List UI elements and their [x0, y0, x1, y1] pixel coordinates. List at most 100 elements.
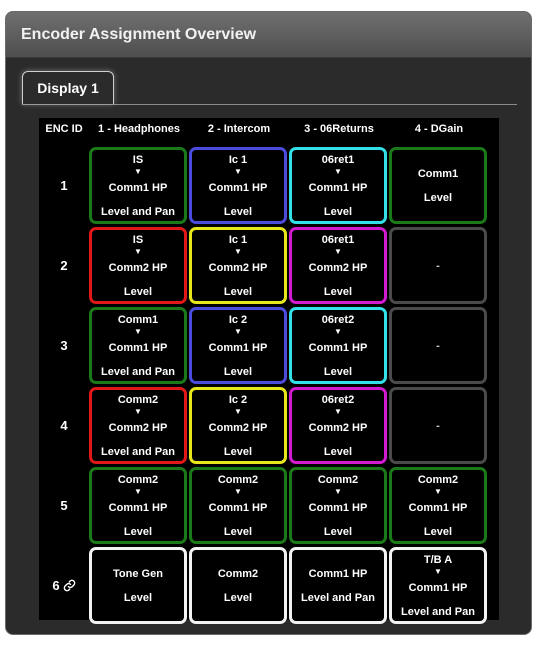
target-label: Comm1 HP — [408, 501, 468, 514]
source-label: Ic 2 — [228, 393, 248, 406]
arrow-down-icon: ▼ — [234, 246, 242, 256]
encoder-cell-6-4[interactable]: T/B A ▼ Comm1 HP Level and Pan — [389, 547, 487, 624]
encoder-cell-5-3[interactable]: Comm2 ▼ Comm1 HP Level — [289, 467, 387, 544]
mode-label: Level — [323, 205, 353, 218]
mode-label: Level — [123, 591, 153, 604]
source-label: Ic 2 — [228, 313, 248, 326]
encoder-cell-3-2[interactable]: Ic 2 ▼ Comm1 HP Level — [189, 307, 287, 384]
enc-id-label: 5 — [60, 498, 68, 513]
mode-label: Level and Pan — [401, 605, 475, 618]
unassigned-label: - — [436, 339, 440, 352]
source-label: 06ret1 — [321, 233, 355, 246]
column-header-headphones: 1 - Headphones — [98, 123, 180, 135]
arrow-down-icon: ▼ — [334, 166, 342, 176]
encoder-cell-1-2[interactable]: Ic 1 ▼ Comm1 HP Level — [189, 147, 287, 224]
arrow-down-icon: ▼ — [234, 326, 242, 336]
enc-id-1: 1 — [39, 147, 89, 224]
encoder-cell-5-2[interactable]: Comm2 ▼ Comm1 HP Level — [189, 467, 287, 544]
encoder-cell-3-1[interactable]: Comm1 ▼ Comm1 HP Level and Pan — [89, 307, 187, 384]
source-label: 06ret2 — [321, 313, 355, 326]
mode-label: Level — [423, 525, 453, 538]
panel-title: Encoder Assignment Overview — [6, 12, 531, 58]
mode-label: Level — [223, 205, 253, 218]
target-label: Comm1 HP — [108, 341, 168, 354]
target-label: Comm2 HP — [108, 421, 168, 434]
mode-label: Level and Pan — [101, 205, 175, 218]
encoder-grid: ENC ID 1 - Headphones 2 - Intercom 3 - 0… — [39, 118, 499, 624]
encoder-cell-4-2[interactable]: Ic 2 ▼ Comm2 HP Level — [189, 387, 287, 464]
enc-id-label: 6 — [52, 578, 60, 593]
source-label: IS — [132, 153, 144, 166]
target-label: Comm2 HP — [308, 261, 368, 274]
target-label: Tone Gen — [113, 567, 163, 580]
tab-display-1[interactable]: Display 1 — [22, 71, 114, 104]
arrow-down-icon: ▼ — [234, 486, 242, 496]
target-label: Comm2 HP — [208, 261, 268, 274]
target-label: Comm1 HP — [308, 341, 368, 354]
target-label: Comm1 — [417, 167, 459, 180]
encoder-cell-2-4[interactable]: - — [389, 227, 487, 304]
mode-label: Level — [223, 285, 253, 298]
encoder-cell-3-3[interactable]: 06ret2 ▼ Comm1 HP Level — [289, 307, 387, 384]
encoder-cell-6-2[interactable]: Comm2 Level — [189, 547, 287, 624]
encoder-cell-5-1[interactable]: Comm2 ▼ Comm1 HP Level — [89, 467, 187, 544]
encoder-cell-5-4[interactable]: Comm2 ▼ Comm1 HP Level — [389, 467, 487, 544]
mode-label: Level — [423, 191, 453, 204]
unassigned-label: - — [436, 259, 440, 272]
arrow-down-icon: ▼ — [134, 166, 142, 176]
arrow-down-icon: ▼ — [134, 246, 142, 256]
enc-id-4: 4 — [39, 387, 89, 464]
encoder-cell-2-1[interactable]: IS ▼ Comm2 HP Level — [89, 227, 187, 304]
encoder-cell-4-1[interactable]: Comm2 ▼ Comm2 HP Level and Pan — [89, 387, 187, 464]
source-label: Comm2 — [417, 473, 459, 486]
encoder-cell-4-4[interactable]: - — [389, 387, 487, 464]
source-label: 06ret1 — [321, 153, 355, 166]
mode-label: Level — [123, 525, 153, 538]
column-header-returns: 3 - 06Returns — [304, 123, 374, 135]
column-header-intercom: 2 - Intercom — [207, 123, 271, 135]
column-header-dgain: 4 - DGain — [414, 123, 464, 135]
mode-label: Level — [323, 445, 353, 458]
encoder-cell-2-3[interactable]: 06ret1 ▼ Comm2 HP Level — [289, 227, 387, 304]
arrow-down-icon: ▼ — [334, 326, 342, 336]
source-label: Comm2 — [117, 393, 159, 406]
encoder-cell-1-1[interactable]: IS ▼ Comm1 HP Level and Pan — [89, 147, 187, 224]
source-label: Ic 1 — [228, 153, 248, 166]
encoder-cell-1-4[interactable]: Comm1 Level — [389, 147, 487, 224]
mode-label: Level — [223, 591, 253, 604]
source-label: 06ret2 — [321, 393, 355, 406]
target-label: Comm1 HP — [308, 181, 368, 194]
encoder-cell-2-2[interactable]: Ic 1 ▼ Comm2 HP Level — [189, 227, 287, 304]
mode-label: Level — [223, 365, 253, 378]
arrow-down-icon: ▼ — [134, 326, 142, 336]
target-label: Comm1 HP — [308, 567, 368, 580]
mode-label: Level — [323, 285, 353, 298]
source-label: Comm2 — [217, 473, 259, 486]
encoder-cell-6-3[interactable]: Comm1 HP Level and Pan — [289, 547, 387, 624]
target-label: Comm2 HP — [108, 261, 168, 274]
arrow-down-icon: ▼ — [334, 246, 342, 256]
encoder-cell-1-3[interactable]: 06ret1 ▼ Comm1 HP Level — [289, 147, 387, 224]
encoder-cell-6-1[interactable]: Tone Gen Level — [89, 547, 187, 624]
target-label: Comm1 HP — [208, 501, 268, 514]
enc-id-label: 1 — [60, 178, 68, 193]
tab-bar: Display 1 — [22, 71, 517, 105]
encoder-cell-4-3[interactable]: 06ret2 ▼ Comm2 HP Level — [289, 387, 387, 464]
enc-id-label: 3 — [60, 338, 68, 353]
source-label: T/B A — [423, 553, 453, 566]
mode-label: Level and Pan — [101, 365, 175, 378]
unassigned-label: - — [436, 419, 440, 432]
target-label: Comm1 HP — [308, 501, 368, 514]
mode-label: Level — [323, 525, 353, 538]
target-label: Comm2 HP — [308, 421, 368, 434]
target-label: Comm1 HP — [208, 181, 268, 194]
encoder-assignment-panel: Encoder Assignment Overview Display 1 EN… — [5, 11, 532, 635]
enc-id-6: 6 — [39, 547, 89, 624]
target-label: Comm1 HP — [408, 581, 468, 594]
arrow-down-icon: ▼ — [234, 166, 242, 176]
encoder-cell-3-4[interactable]: - — [389, 307, 487, 384]
target-label: Comm1 HP — [108, 181, 168, 194]
source-label: Comm2 — [117, 473, 159, 486]
arrow-down-icon: ▼ — [334, 406, 342, 416]
link-icon — [63, 579, 75, 592]
